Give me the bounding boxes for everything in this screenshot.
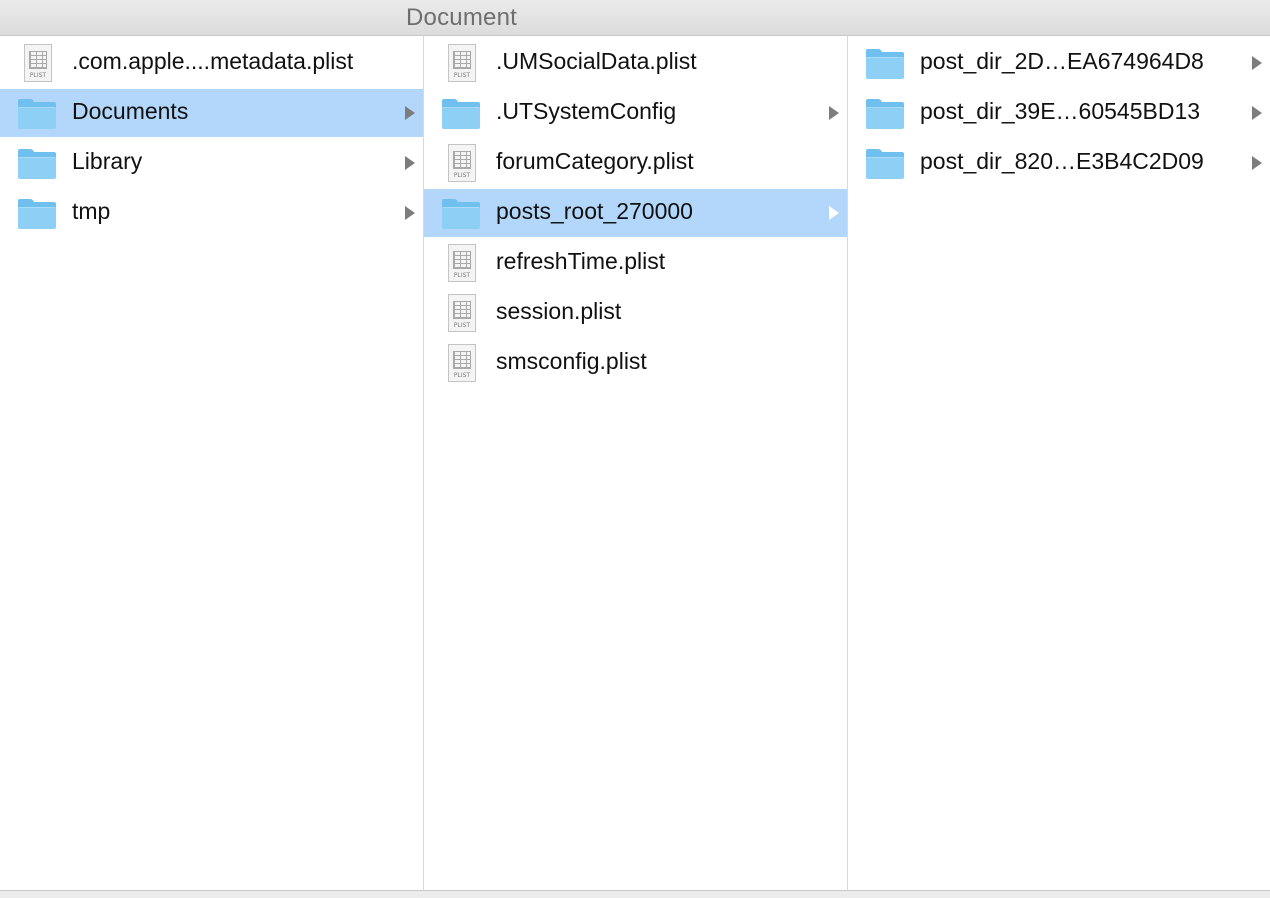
chevron-right-icon[interactable]: [405, 156, 415, 170]
folder-row[interactable]: Documents: [0, 89, 423, 137]
folder-icon: [864, 39, 906, 87]
folder-row[interactable]: .UTSystemConfig: [424, 89, 847, 137]
item-label: post_dir_820…E3B4C2D09: [920, 148, 1204, 174]
chevron-right-icon[interactable]: [405, 206, 415, 220]
file-row[interactable]: PLIST forumCategory.plist: [424, 139, 847, 187]
finder-window: Document PLIST .com.apple....metadata.pli…: [0, 0, 1270, 898]
item-label: smsconfig.plist: [496, 348, 647, 374]
folder-icon: [864, 139, 906, 187]
item-label: .UMSocialData.plist: [496, 48, 697, 74]
item-label: session.plist: [496, 298, 622, 324]
folder-row[interactable]: post_dir_2D…EA674964D8: [848, 39, 1270, 87]
folder-row[interactable]: post_dir_820…E3B4C2D09: [848, 139, 1270, 187]
file-row[interactable]: PLIST .com.apple....metadata.plist: [0, 39, 423, 87]
item-label: .UTSystemConfig: [496, 98, 677, 124]
folder-row[interactable]: Library: [0, 139, 423, 187]
folder-row[interactable]: posts_root_270000: [424, 189, 847, 237]
chevron-right-icon[interactable]: [1252, 56, 1262, 70]
plist-file-icon: PLIST: [440, 239, 482, 287]
folder-icon: [16, 189, 58, 237]
item-label: post_dir_39E…60545BD13: [920, 98, 1201, 124]
folder-row[interactable]: tmp: [0, 189, 423, 237]
plist-file-icon: PLIST: [440, 339, 482, 387]
file-row[interactable]: PLIST smsconfig.plist: [424, 339, 847, 387]
folder-row[interactable]: post_dir_39E…60545BD13: [848, 89, 1270, 137]
plist-file-icon: PLIST: [440, 39, 482, 87]
plist-file-icon: PLIST: [16, 39, 58, 87]
file-row[interactable]: PLIST session.plist: [424, 289, 847, 337]
item-label: Documents: [72, 98, 189, 124]
plist-file-icon: PLIST: [440, 289, 482, 337]
folder-icon: [16, 89, 58, 137]
folder-icon: [440, 189, 482, 237]
item-label: tmp: [72, 198, 111, 224]
chevron-right-icon[interactable]: [829, 206, 839, 220]
file-type-text: PLIST: [453, 372, 471, 379]
file-row[interactable]: PLIST refreshTime.plist: [424, 239, 847, 287]
chevron-right-icon[interactable]: [1252, 156, 1262, 170]
folder-icon: [16, 139, 58, 187]
chevron-right-icon[interactable]: [405, 106, 415, 120]
bottom-scrollbar[interactable]: [0, 890, 1270, 898]
item-label: post_dir_2D…EA674964D8: [920, 48, 1204, 74]
item-label: .com.apple....metadata.plist: [72, 48, 354, 74]
plist-file-icon: PLIST: [440, 139, 482, 187]
item-label: forumCategory.plist: [496, 148, 694, 174]
file-type-text: PLIST: [453, 322, 471, 329]
file-type-text: PLIST: [453, 72, 471, 79]
file-type-text: PLIST: [29, 72, 47, 79]
chevron-right-icon[interactable]: [829, 106, 839, 120]
column-3[interactable]: post_dir_2D…EA674964D8 post_dir_39E…60545…: [848, 36, 1270, 890]
file-row[interactable]: PLIST .UMSocialData.plist: [424, 39, 847, 87]
file-type-text: PLIST: [453, 172, 471, 179]
item-label: Library: [72, 148, 143, 174]
column-1[interactable]: PLIST .com.apple....metadata.plist Documen…: [0, 36, 424, 890]
item-label: refreshTime.plist: [496, 248, 666, 274]
folder-icon: [864, 89, 906, 137]
item-label: posts_root_270000: [496, 198, 693, 224]
column-browser: PLIST .com.apple....metadata.plist Documen…: [0, 36, 1270, 890]
window-title: Document: [406, 4, 517, 31]
title-bar[interactable]: Document: [0, 0, 1270, 36]
folder-icon: [440, 89, 482, 137]
column-2[interactable]: PLIST .UMSocialData.plist .UTSystemConfig P…: [424, 36, 848, 890]
chevron-right-icon[interactable]: [1252, 106, 1262, 120]
file-type-text: PLIST: [453, 272, 471, 279]
